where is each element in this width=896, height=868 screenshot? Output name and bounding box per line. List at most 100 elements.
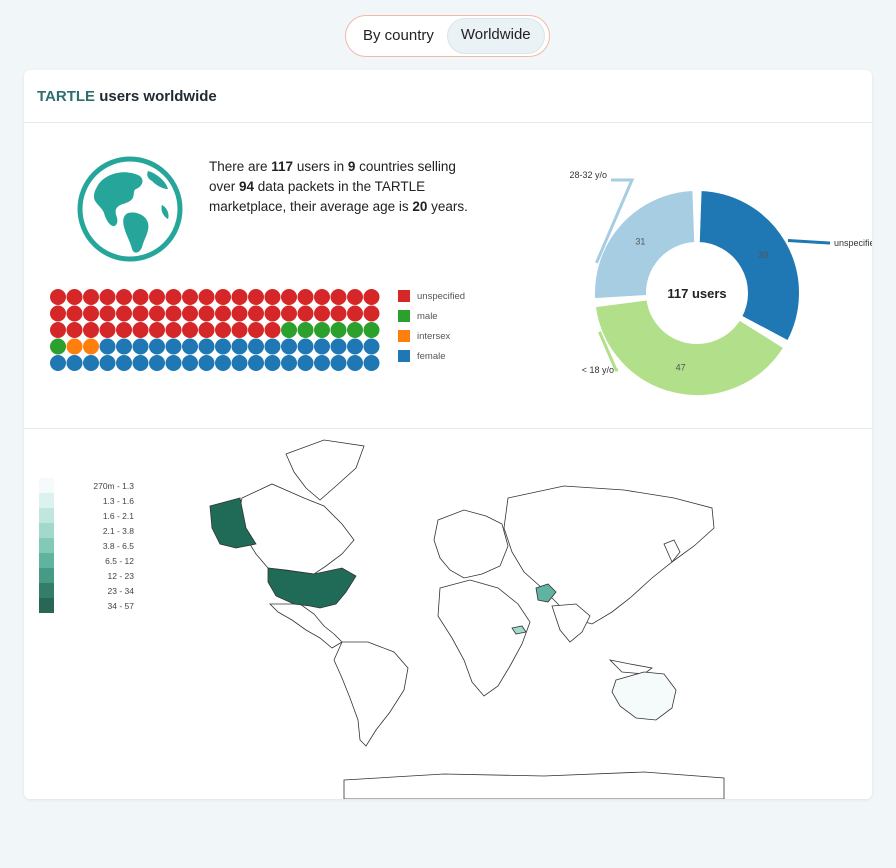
donut-value-label: 39 <box>758 250 768 260</box>
waffle-dot <box>66 338 83 355</box>
waffle-dot <box>165 322 182 338</box>
waffle-dot <box>198 289 215 305</box>
waffle-dot <box>363 355 380 371</box>
waffle-dot <box>50 289 66 305</box>
waffle-dot <box>231 338 248 355</box>
card-title-text: users worldwide <box>95 87 217 105</box>
waffle-dot <box>66 355 83 371</box>
waffle-dot <box>347 338 363 355</box>
waffle-dot <box>215 338 231 355</box>
waffle-dot <box>182 289 198 305</box>
gender-legend-swatch <box>398 350 410 362</box>
summary-text: There are 117 users in 9 countries selli… <box>209 157 469 217</box>
waffle-dot <box>248 305 264 322</box>
waffle-dot <box>83 322 99 338</box>
waffle-dot <box>330 355 347 371</box>
waffle-dot <box>99 322 116 338</box>
waffle-dot <box>165 355 182 371</box>
waffle-dot <box>198 305 215 322</box>
card-title: TARTLE users worldwide <box>24 70 872 123</box>
waffle-dot <box>132 289 149 305</box>
waffle-dot <box>165 338 182 355</box>
waffle-dot <box>182 355 198 371</box>
map-country-united-states <box>267 567 357 609</box>
world-map <box>209 439 725 799</box>
donut-callout-line <box>787 239 830 245</box>
waffle-dot <box>149 322 165 338</box>
waffle-dot <box>347 322 363 338</box>
waffle-dot <box>297 355 314 371</box>
waffle-dot <box>297 338 314 355</box>
waffle-dot <box>231 355 248 371</box>
gender-legend-label: intersex <box>417 330 451 342</box>
waffle-dot <box>215 289 231 305</box>
waffle-dot <box>330 322 347 338</box>
waffle-dot <box>330 289 347 305</box>
waffle-dot <box>347 355 363 371</box>
gender-legend-label: female <box>417 350 446 362</box>
waffle-dot <box>149 338 165 355</box>
waffle-dot <box>264 305 281 322</box>
waffle-dot <box>264 355 281 371</box>
waffle-dot <box>149 305 165 322</box>
waffle-dot <box>248 338 264 355</box>
waffle-dot <box>99 338 116 355</box>
map-country-australia <box>611 671 677 721</box>
summary-text-part: There are <box>209 159 272 174</box>
waffle-dot <box>231 322 248 338</box>
waffle-dot <box>330 338 347 355</box>
waffle-dot <box>182 322 198 338</box>
gender-legend-label: male <box>417 310 438 322</box>
waffle-dot <box>149 355 165 371</box>
by-country-toggle-button[interactable]: By country <box>350 19 447 53</box>
waffle-dot <box>198 338 215 355</box>
waffle-dot <box>264 289 281 305</box>
waffle-dot <box>314 355 330 371</box>
worldwide-toggle-button[interactable]: Worldwide <box>446 18 545 54</box>
waffle-dot <box>83 355 99 371</box>
gender-legend-swatch <box>398 290 410 302</box>
waffle-dot <box>116 305 132 322</box>
waffle-dot <box>363 289 380 305</box>
world-map-section: 270m - 1.3 1.3 - 1.6 1.6 - 2.1 2.1 - 3.8 3.8… <box>24 428 872 799</box>
waffle-dot <box>281 338 297 355</box>
map-country-canada <box>237 483 355 575</box>
summary-text-part: years. <box>427 199 468 214</box>
user-count: 117 <box>271 159 294 174</box>
waffle-dot <box>281 322 297 338</box>
waffle-dot <box>314 322 330 338</box>
donut-value-label: 31 <box>635 237 645 247</box>
waffle-dot <box>132 305 149 322</box>
waffle-dot <box>149 289 165 305</box>
waffle-dot <box>314 305 330 322</box>
users-worldwide-card: TARTLE users worldwide There are 117 use… <box>24 70 872 799</box>
waffle-dot <box>66 322 83 338</box>
waffle-dot <box>248 322 264 338</box>
waffle-dot <box>281 355 297 371</box>
waffle-dot <box>314 289 330 305</box>
waffle-dot <box>330 305 347 322</box>
map-country-antarctica <box>343 771 725 799</box>
waffle-dot <box>116 338 132 355</box>
summary-section: There are 117 users in 9 countries selli… <box>24 123 872 429</box>
waffle-dot <box>66 305 83 322</box>
waffle-dot <box>116 322 132 338</box>
gender-legend-item: female <box>398 346 465 366</box>
waffle-dot <box>264 322 281 338</box>
waffle-dot <box>132 322 149 338</box>
gender-legend: unspecified male intersex female <box>398 286 465 366</box>
map-country-africa <box>437 579 531 697</box>
donut-slice <box>697 189 801 343</box>
map-country-greenland <box>285 439 365 501</box>
waffle-dot <box>231 305 248 322</box>
waffle-dot <box>215 322 231 338</box>
waffle-dot <box>248 289 264 305</box>
gender-legend-item: intersex <box>398 326 465 346</box>
donut-slice-label: < 18 y/o <box>582 365 614 375</box>
donut-slice-label: 28-32 y/o <box>569 170 607 180</box>
donut-slice-label: unspecified <box>834 238 872 248</box>
map-country-europe <box>433 509 509 579</box>
waffle-dot <box>50 338 66 355</box>
waffle-dot <box>116 289 132 305</box>
waffle-dot <box>281 289 297 305</box>
